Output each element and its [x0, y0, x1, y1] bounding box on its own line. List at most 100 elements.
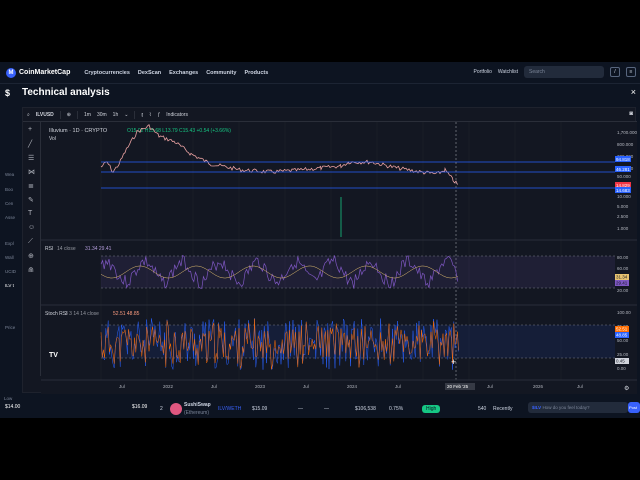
drawing-toolbar: + ╱ ☰ ⋈ ≣ ✎ T ☺ ⟋ ⊕ ⋒ — [23, 122, 41, 376]
time-axis-label: Jul — [303, 384, 309, 389]
stoch-params: 3 3 14 14 close — [65, 311, 99, 317]
rsi-axis-label: 60.00 — [617, 266, 629, 271]
chat-placeholder: How do you feel today? — [542, 405, 590, 410]
price-tag-label: 94.818 — [616, 157, 630, 162]
rsi-band — [101, 256, 615, 288]
time-axis-label: 20 Feb '25 — [447, 384, 469, 389]
community-post-input[interactable]: $ILV How do you feel today? — [528, 402, 628, 413]
stoch-axis-label: 50.00 — [617, 338, 629, 343]
left-item: Price — [5, 325, 16, 330]
slash-key-icon: / — [610, 67, 620, 77]
row-depth-plus: — — [298, 406, 303, 412]
add-symbol-icon[interactable]: ⊕ — [67, 112, 71, 118]
background-page-left: $ Wea Boo Cen Asse Expl Wall UCID ILV t … — [0, 84, 22, 418]
indicators-button[interactable]: Indicators — [166, 112, 188, 118]
rsi-tag-label: 31.34 — [616, 275, 628, 280]
price-axis-label: 50.000 — [617, 174, 631, 179]
legend-volume: Vol — [49, 136, 56, 142]
left-item: Expl — [5, 241, 14, 246]
time-axis-label: Jul — [395, 384, 401, 389]
toolbar-divider — [134, 110, 136, 119]
portfolio-link[interactable]: Portfolio — [474, 69, 492, 75]
interval-1m[interactable]: 1m — [84, 112, 91, 118]
nav-link-products[interactable]: Products — [244, 70, 268, 76]
indicators-icon[interactable]: ƒ — [158, 112, 161, 118]
time-axis-label: 2024 — [347, 384, 358, 389]
crosshair-cursor-icon: + — [451, 357, 456, 367]
row-pair[interactable]: ILV/WETH — [218, 406, 241, 412]
modal-title: Technical analysis — [22, 87, 110, 98]
chevron-down-icon[interactable]: ⌄ — [124, 112, 128, 118]
bar-style-icon[interactable]: ⫾ — [141, 112, 143, 118]
search-icon[interactable]: ⌕ — [27, 112, 30, 118]
row-exchange[interactable]: SushiSwap — [184, 402, 211, 408]
time-axis-label: Jul — [211, 384, 217, 389]
camera-icon[interactable]: ◙ — [629, 111, 633, 117]
close-icon[interactable]: × — [631, 87, 636, 97]
chart-panel: ⌕ ILVUSD ⊕ 1m 30m 1h ⌄ ⫾ ⌇ ƒ Indicators … — [22, 107, 637, 394]
stoch-tag-label: 52.51 — [616, 327, 628, 332]
brand-logo[interactable]: M CoinMarketCap — [6, 67, 70, 78]
nav-right: Portfolio Watchlist Search / ≡ — [474, 66, 636, 78]
watchlist-link[interactable]: Watchlist — [498, 69, 518, 75]
time-axis-label: Jul — [577, 384, 583, 389]
symbol-input[interactable]: ILVUSD — [36, 112, 54, 118]
horizontal-lines-icon[interactable]: ☰ — [28, 154, 34, 162]
rsi-tag-label: 29.41 — [616, 281, 628, 286]
stoch-axis-label: 100.00 — [617, 310, 631, 315]
left-item: UCID — [5, 269, 16, 274]
menu-icon[interactable]: ≡ — [626, 67, 636, 77]
fib-icon[interactable]: ≣ — [28, 182, 34, 190]
smile-icon[interactable]: ☺ — [28, 224, 35, 231]
row-depth-minus: — — [324, 406, 329, 412]
chat-ticker: $ILV — [532, 405, 542, 410]
search-input[interactable]: Search — [524, 66, 604, 78]
left-item: Wall — [5, 255, 14, 260]
row-rank: 2 — [160, 406, 163, 412]
row-updated: Recently — [493, 406, 513, 412]
price-dollar-fragment: $ — [5, 88, 11, 98]
row-volume: $106,538 — [355, 406, 376, 412]
time-axis-label: 2023 — [255, 384, 266, 389]
price-axis-label: 10.000 — [617, 194, 631, 199]
post-button[interactable]: Post — [628, 402, 640, 413]
interval-1h[interactable]: 1h — [113, 112, 119, 118]
nav-link-cryptocurrencies[interactable]: Cryptocurrencies — [84, 70, 130, 76]
nav-link-community[interactable]: Community — [206, 70, 236, 76]
pattern-icon[interactable]: ⋈ — [28, 168, 35, 176]
row-price: $15.09 — [252, 406, 268, 412]
trendline-icon[interactable]: ╱ — [28, 140, 32, 148]
price-chart[interactable]: Illuvium · 1D · CRYPTO O15.02 H15.68 L13… — [41, 122, 637, 394]
row-liquidity: 540 — [478, 406, 487, 412]
left-item: Asse — [5, 215, 16, 220]
nav-link-dexscan[interactable]: DexScan — [138, 70, 161, 76]
left-item: Wea — [5, 172, 15, 177]
brush-icon[interactable]: ✎ — [28, 196, 34, 204]
price-axis-label: 800.000 — [617, 142, 634, 147]
ruler-icon[interactable]: ⟋ — [28, 238, 33, 246]
crosshair-icon[interactable]: + — [28, 126, 32, 133]
rsi-params: 14 close — [57, 246, 76, 252]
stoch-values: 52.51 48.85 — [113, 311, 140, 317]
tradingview-logo[interactable]: TV — [49, 352, 58, 359]
legend-title: Illuvium · 1D · CRYPTO — [49, 128, 108, 134]
price-axis-label: 5.000 — [617, 204, 629, 209]
price-axis-label: 1.000 — [617, 226, 629, 231]
price-tag-label: 46.281 — [616, 167, 630, 172]
interval-30m[interactable]: 30m — [97, 112, 107, 118]
nav-link-exchanges[interactable]: Exchanges — [169, 70, 198, 76]
gear-icon[interactable]: ⚙ — [624, 385, 629, 392]
zoom-icon[interactable]: ⊕ — [28, 252, 34, 260]
text-icon[interactable]: T — [28, 210, 32, 217]
time-axis-label: Jul — [119, 384, 125, 389]
rsi-values: 31.34 29.41 — [85, 246, 112, 252]
cmc-logo-icon: M — [6, 67, 16, 78]
sushiswap-logo-icon — [170, 403, 182, 415]
row-chain: (Ethereum) — [184, 410, 210, 416]
compare-icon[interactable]: ⌇ — [149, 112, 151, 118]
price-axis-label: 2.500 — [617, 214, 629, 219]
time-axis-label: Jul — [487, 384, 493, 389]
magnet-icon[interactable]: ⋒ — [28, 266, 34, 274]
left-item: Boo — [5, 187, 14, 192]
time-axis-label: 2026 — [533, 384, 544, 389]
